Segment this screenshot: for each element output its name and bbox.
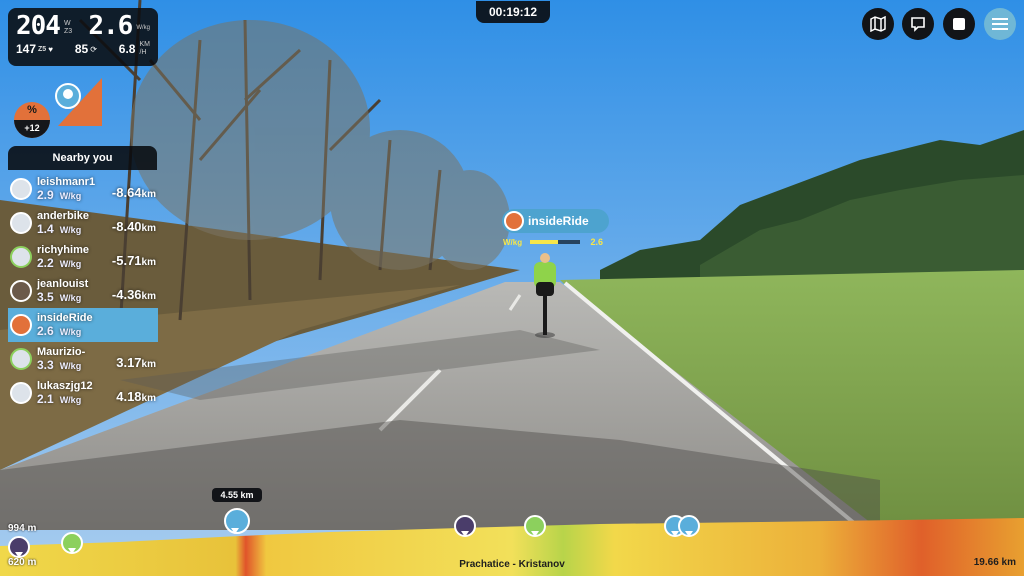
rider-distance: 4.18 — [116, 389, 142, 404]
rider-distance: -5.71 — [111, 253, 142, 268]
rider-row[interactable]: jeanlouist 3.5 W/kg -4.36km — [8, 274, 158, 308]
wkg-bar-fill — [530, 240, 558, 244]
rider-pin[interactable] — [454, 515, 476, 537]
rider-distance-unit: km — [141, 223, 156, 234]
avatar — [10, 246, 32, 268]
rider-wkg-unit: W/kg — [59, 326, 82, 337]
avatar — [10, 314, 32, 336]
avatar — [10, 212, 32, 234]
power-unit: W — [63, 20, 71, 27]
rider-wkg: 3.3 — [37, 357, 54, 372]
stats-panel: 204 W Z3 2.6 W/kg 147 Z5 ♥ 85 ⟳ 6.8 KM /… — [8, 8, 158, 66]
gradient-badge: % +12 — [14, 102, 50, 138]
chat-icon — [911, 17, 925, 32]
rider-wkg-unit: W/kg — [59, 360, 82, 371]
cadence-icon: ⟳ — [90, 44, 97, 54]
rider-wkg-unit: W/kg — [59, 190, 82, 201]
wkg-bar-label: W/kg — [503, 238, 523, 247]
rider-distance-unit: km — [141, 291, 156, 302]
rider-pin[interactable] — [61, 532, 83, 554]
climb-indicator — [55, 78, 102, 126]
rider-wkg: 3.5 — [37, 289, 54, 304]
power-value: 204 — [16, 11, 61, 41]
rider-row-self[interactable]: insideRide 2.6 W/kg — [8, 308, 158, 342]
rider-distance: -8.40 — [111, 219, 142, 234]
avatar — [10, 348, 32, 370]
rider-row[interactable]: leishmanr1 2.9 W/kg -8.64km — [8, 172, 158, 206]
max-elevation: 994 m — [8, 523, 37, 534]
menu-button[interactable] — [984, 8, 1016, 40]
map-button[interactable] — [862, 8, 894, 40]
rider-wkg-unit: W/kg — [59, 258, 82, 269]
gradient-percent-label: % — [27, 104, 37, 116]
rider-pin[interactable] — [524, 515, 546, 537]
rider-tag: insideRide — [502, 209, 609, 233]
avatar — [10, 178, 32, 200]
nearby-list: leishmanr1 2.9 W/kg -8.64km anderbike 1.4… — [8, 172, 158, 410]
rider-wkg: 2.9 — [37, 187, 54, 202]
rider-distance-unit: km — [141, 189, 156, 200]
rider-distance-unit: km — [141, 257, 156, 268]
speed-value: 6.8 — [118, 42, 136, 56]
rider-row[interactable]: richyhime 2.2 W/kg -5.71km — [8, 240, 158, 274]
rider-row[interactable]: anderbike 1.4 W/kg -8.40km — [8, 206, 158, 240]
chat-button[interactable] — [902, 8, 934, 40]
avatar — [10, 382, 32, 404]
rider-pin[interactable] — [8, 536, 30, 558]
rider-tag-name: insideRide — [528, 214, 589, 228]
route-name: Prachatice - Kristanov — [459, 559, 565, 570]
route-length: 19.66 km — [973, 557, 1016, 568]
rider-wkg-unit: W/kg — [59, 224, 82, 235]
rider-wkg: 1.4 — [37, 221, 54, 236]
rider-distance: 3.17 — [116, 355, 142, 370]
wkg-bar-value: 2.6 — [590, 237, 603, 247]
speed-unit-bottom: /H — [139, 49, 147, 56]
wkg-value: 2.6 — [88, 11, 133, 41]
rider-wkg-unit: W/kg — [59, 394, 82, 405]
rider-name: insideRide — [37, 311, 93, 324]
rider-wkg: 2.6 — [37, 323, 54, 338]
rider-row[interactable]: Maurizio- 3.3 W/kg 3.17km — [8, 342, 158, 376]
rider-distance: -8.64 — [111, 185, 142, 200]
rider-distance: -4.36 — [111, 287, 142, 302]
speed-unit-top: KM — [139, 41, 150, 48]
hr-zone: Z5 — [38, 45, 47, 53]
rider-distance-unit: km — [141, 359, 156, 370]
avatar — [10, 280, 32, 302]
wkg-unit: W/kg — [136, 25, 150, 31]
rider-wkg-bar: W/kg 2.6 — [503, 236, 603, 248]
ride-timer: 00:19:12 — [476, 1, 550, 23]
rider-pin[interactable] — [678, 515, 700, 537]
self-position-pin[interactable] — [224, 508, 250, 534]
stop-button[interactable] — [943, 8, 975, 40]
heart-rate-value: 147 — [16, 42, 37, 56]
rider-row[interactable]: lukaszjg12 2.1 W/kg 4.18km — [8, 376, 158, 410]
rider-wkg-unit: W/kg — [59, 292, 82, 303]
rider-distance-unit: km — [141, 393, 156, 404]
stop-icon — [953, 18, 965, 30]
menu-icon — [992, 18, 1008, 30]
position-distance-tag: 4.55 km — [212, 488, 262, 502]
nearby-title: Nearby you — [8, 146, 157, 170]
rider-wkg: 2.2 — [37, 255, 54, 270]
map-icon — [870, 16, 886, 32]
heart-icon: ♥ — [48, 44, 53, 54]
cadence-value: 85 — [74, 42, 89, 56]
power-zone: Z3 — [63, 28, 73, 35]
avatar — [504, 211, 524, 231]
rider-wkg: 2.1 — [37, 391, 54, 406]
